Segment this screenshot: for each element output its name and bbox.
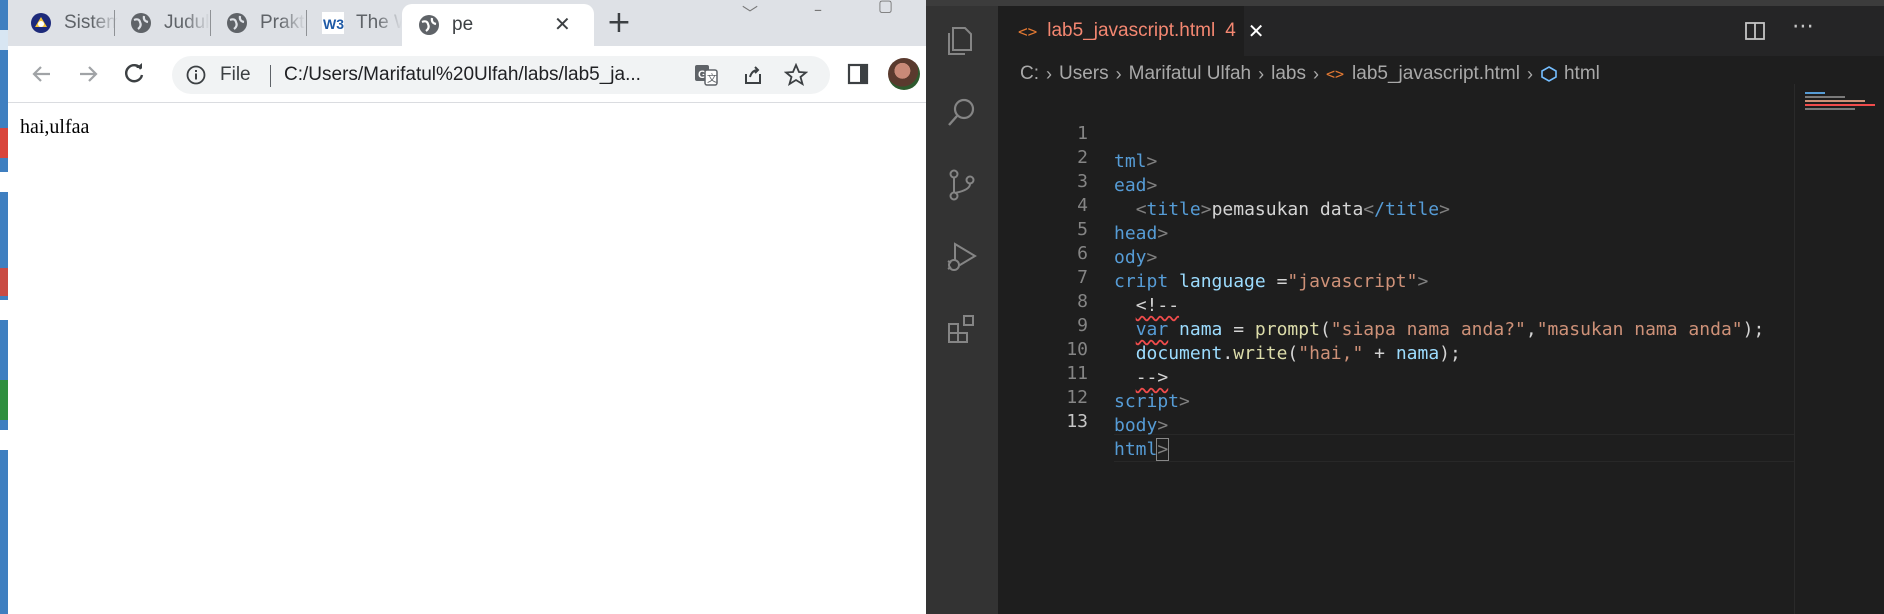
chevron-down-icon[interactable]: ﹀ xyxy=(742,0,758,24)
more-actions-icon[interactable]: ⋯ xyxy=(1792,14,1814,39)
address-bar[interactable]: File C:/Users/Marifatul%20Ulfah/labs/lab… xyxy=(172,56,830,94)
html-file-icon: <> xyxy=(1325,65,1345,83)
maximize-icon[interactable]: ▢ xyxy=(878,0,893,15)
split-editor-icon[interactable] xyxy=(1744,20,1766,42)
html-file-icon: <> xyxy=(1018,21,1038,41)
tab-label: pe xyxy=(452,14,474,35)
browser-tab-judul[interactable]: Judul I xyxy=(114,4,210,42)
activity-bar xyxy=(926,6,998,614)
globe-icon xyxy=(227,13,247,33)
search-icon[interactable] xyxy=(943,94,981,132)
back-arrow-icon[interactable] xyxy=(28,60,56,88)
share-icon[interactable] xyxy=(742,64,764,86)
editor-tabs: <> lab5_javascript.html 4 ✕ ⋯ xyxy=(998,6,1884,56)
svg-text:文: 文 xyxy=(707,72,717,85)
code-line[interactable]: 13 html> xyxy=(998,380,1798,461)
run-debug-icon[interactable] xyxy=(943,238,981,276)
code-editor-window: <> lab5_javascript.html 4 ✕ ⋯ C: › Users… xyxy=(926,0,1884,614)
editor-tab-active[interactable]: <> lab5_javascript.html 4 ✕ xyxy=(998,6,1265,56)
breadcrumb-item[interactable]: C: xyxy=(1020,63,1039,85)
breadcrumb-item[interactable]: html xyxy=(1564,63,1600,85)
minimize-icon[interactable]: – xyxy=(814,0,822,19)
globe-icon xyxy=(131,13,151,33)
side-panel-icon[interactable] xyxy=(844,60,872,88)
info-icon[interactable] xyxy=(186,65,206,85)
forward-arrow-icon[interactable] xyxy=(74,60,102,88)
w3schools-logo-icon: W3 xyxy=(322,12,344,34)
breadcrumb-item[interactable]: Users xyxy=(1059,63,1109,85)
desktop-background xyxy=(0,0,8,614)
close-tab-button[interactable]: ✕ xyxy=(1248,19,1265,44)
extensions-icon[interactable] xyxy=(943,310,981,348)
element-symbol-icon xyxy=(1541,66,1557,82)
breadcrumb: C: › Users › Marifatul Ulfah › labs › <>… xyxy=(1020,63,1600,85)
url-scheme-label: File xyxy=(220,64,251,85)
svg-text:W3: W3 xyxy=(323,16,344,32)
globe-icon xyxy=(419,15,439,35)
browser-tab-active[interactable]: pe ✕ xyxy=(402,4,594,46)
browser-tab-w3schools[interactable]: W3 The W xyxy=(306,4,402,42)
reload-icon[interactable] xyxy=(120,60,148,88)
page-output-text: hai,ulfaa xyxy=(20,116,90,138)
breadcrumb-item[interactable]: Marifatul Ulfah xyxy=(1129,63,1252,85)
browser-window: Sistem Judul I Praktik W3 The W pe ✕ + ﹀ xyxy=(8,0,926,614)
university-logo-icon xyxy=(31,13,51,33)
breadcrumb-item[interactable]: lab5_javascript.html xyxy=(1352,63,1520,85)
minimap[interactable] xyxy=(1794,84,1884,614)
explorer-icon[interactable] xyxy=(943,22,981,60)
problems-count-badge: 4 xyxy=(1225,20,1236,41)
line-number: 13 xyxy=(1066,411,1088,432)
browser-tab-sistem[interactable]: Sistem xyxy=(14,4,118,42)
breadcrumb-item[interactable]: labs xyxy=(1271,63,1306,85)
close-tab-button[interactable]: ✕ xyxy=(554,12,571,37)
bookmark-star-icon[interactable] xyxy=(784,63,808,87)
new-tab-button[interactable]: + xyxy=(602,6,636,40)
browser-tab-strip: Sistem Judul I Praktik W3 The W pe ✕ + ﹀ xyxy=(8,0,926,46)
code-area[interactable]: 1 tml> 2 ead> 3 <title>pemasukan data</t… xyxy=(998,92,1884,614)
avatar[interactable] xyxy=(888,58,920,90)
browser-toolbar: File C:/Users/Marifatul%20Ulfah/labs/lab… xyxy=(8,46,926,103)
browser-tab-praktik[interactable]: Praktik xyxy=(210,4,306,42)
url-text[interactable]: C:/Users/Marifatul%20Ulfah/labs/lab5_ja.… xyxy=(284,64,641,86)
translate-icon[interactable]: G文 xyxy=(694,64,718,86)
source-control-icon[interactable] xyxy=(943,166,981,204)
editor-tab-filename: lab5_javascript.html xyxy=(1047,20,1216,41)
